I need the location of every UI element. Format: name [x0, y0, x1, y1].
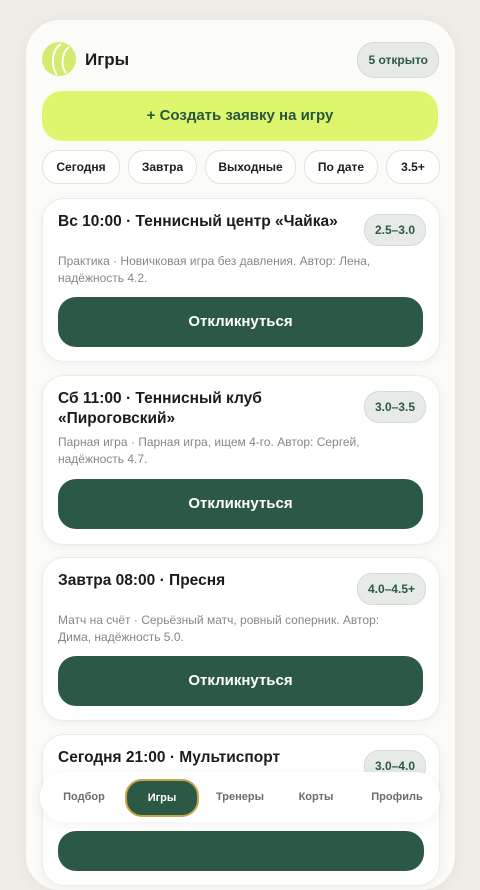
respond-button[interactable]: Откликнуться [58, 656, 423, 706]
filter-chip-weekend[interactable]: Выходные [205, 150, 296, 184]
respond-button[interactable]: Откликнуться [58, 479, 423, 529]
tab-profile[interactable]: Профиль [358, 772, 436, 822]
tab-courts[interactable]: Корты [280, 772, 352, 822]
level-badge: 4.0–4.5+ [356, 573, 426, 605]
tab-coaches[interactable]: Тренеры [204, 772, 276, 822]
tennis-ball-logo-icon [42, 42, 76, 76]
level-badge: 3.0–3.5 [363, 391, 426, 423]
create-game-request-button[interactable]: + Создать заявку на игру [42, 91, 438, 141]
filter-chip-level[interactable]: 3.5+ [386, 150, 440, 184]
respond-button[interactable]: Откликнуться [58, 297, 423, 347]
app-screen: Игры 5 открыто + Создать заявку на игру … [26, 20, 455, 890]
filter-chips: Сегодня Завтра Выходные По дате 3.5+ [42, 150, 455, 184]
level-badge: 2.5–3.0 [363, 214, 426, 246]
filter-chip-by-date[interactable]: По дате [304, 150, 378, 184]
filter-chip-tomorrow[interactable]: Завтра [128, 150, 197, 184]
game-card: Вс 10:00 · Теннисный центр «Чайка» 2.5–3… [42, 198, 440, 362]
game-title: Сегодня 21:00 · Мультиспорт [58, 749, 281, 766]
game-title: Завтра 08:00 · Пресня [58, 572, 226, 589]
game-title: Вс 10:00 · Теннисный центр «Чайка» [58, 213, 338, 230]
game-description: Практика · Новичковая игра без давления.… [58, 254, 371, 285]
game-title: Сб 11:00 · Теннисный клуб «Пироговский» [58, 390, 262, 427]
respond-button[interactable] [58, 831, 424, 871]
open-count-badge: 5 открыто [357, 42, 439, 78]
bottom-tab-bar: Подбор Игры Тренеры Корты Профиль [40, 772, 440, 822]
page-title: Игры [85, 50, 130, 69]
game-description: Парная игра · Парная игра, ищем 4-го. Ав… [58, 435, 360, 466]
game-description: Матч на счёт · Серьёзный матч, ровный со… [58, 613, 380, 644]
tab-matching[interactable]: Подбор [48, 772, 120, 822]
header: Игры 5 открыто [42, 42, 439, 78]
game-card: Завтра 08:00 · Пресня 4.0–4.5+ Матч на с… [42, 557, 440, 721]
game-card: Сб 11:00 · Теннисный клуб «Пироговский» … [42, 375, 440, 545]
filter-chip-today[interactable]: Сегодня [42, 150, 120, 184]
tab-games[interactable]: Игры [125, 779, 199, 817]
